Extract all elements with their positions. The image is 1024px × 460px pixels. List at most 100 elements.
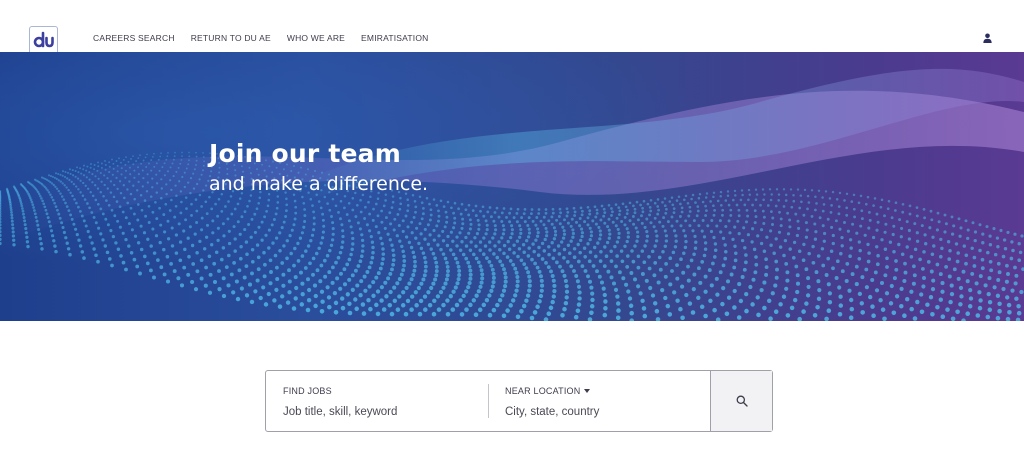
particle-dot — [611, 210, 614, 214]
particle-dot — [517, 247, 522, 251]
particle-dot — [740, 238, 745, 243]
particle-dot — [970, 271, 975, 276]
particle-dot — [267, 198, 271, 202]
particle-dot — [515, 314, 521, 320]
particle-dot — [616, 308, 621, 313]
particle-dot — [25, 240, 30, 244]
search-button[interactable] — [710, 371, 772, 431]
particle-dot — [94, 221, 98, 225]
particle-dot — [782, 253, 786, 258]
particle-dot — [791, 255, 796, 260]
particle-dot — [609, 275, 614, 280]
particle-dot — [151, 210, 155, 214]
location-input[interactable] — [505, 403, 695, 421]
job-keyword-input[interactable] — [283, 403, 473, 421]
particle-dot — [285, 197, 288, 201]
particle-dot — [678, 306, 683, 312]
particle-dot — [857, 256, 862, 261]
particle-dot — [740, 189, 744, 192]
particle-dot — [104, 217, 108, 221]
particle-dot — [620, 259, 625, 264]
particle-dot — [388, 238, 392, 242]
particle-dot — [860, 310, 865, 315]
particle-dot — [172, 158, 175, 161]
particle-dot — [649, 199, 653, 202]
particle-dot — [774, 259, 779, 264]
particle-dot — [645, 239, 649, 243]
particle-dot — [586, 242, 590, 246]
particle-dot — [814, 195, 817, 199]
particle-dot — [696, 205, 700, 208]
particle-dot — [789, 188, 793, 191]
particle-dot — [97, 177, 100, 180]
particle-dot — [116, 170, 119, 173]
particle-dot — [672, 211, 676, 215]
particle-dot — [703, 289, 708, 294]
particle-dot — [680, 210, 684, 214]
particle-dot — [172, 175, 175, 178]
particle-dot — [923, 216, 927, 220]
nav-return-to-du-ae[interactable]: RETURN TO DU AE — [191, 33, 271, 43]
particle-dot — [432, 198, 436, 201]
particle-dot — [653, 216, 657, 220]
nav-who-we-are[interactable]: WHO WE ARE — [287, 33, 345, 43]
particle-dot — [489, 215, 493, 219]
particle-dot — [838, 303, 844, 308]
du-logo[interactable] — [29, 26, 58, 52]
particle-dot — [453, 201, 457, 205]
particle-dot — [563, 278, 568, 284]
particle-dot — [84, 184, 87, 187]
particle-dot — [340, 223, 344, 227]
user-account-button[interactable] — [981, 32, 993, 44]
particle-dot — [306, 298, 312, 303]
particle-dot — [108, 161, 111, 164]
particle-dot — [666, 220, 670, 224]
particle-dot — [106, 223, 110, 227]
particle-dot — [343, 206, 346, 210]
particle-dot — [44, 208, 48, 212]
particle-dot — [542, 249, 547, 253]
particle-dot — [694, 240, 698, 244]
particle-dot — [367, 200, 370, 204]
particle-dot — [439, 199, 443, 203]
particle-dot — [38, 237, 42, 241]
particle-dot — [432, 238, 436, 242]
nav-careers-search[interactable]: CAREERS SEARCH — [93, 33, 175, 43]
particle-dot — [972, 255, 977, 260]
particle-dot — [867, 226, 871, 230]
particle-dot — [100, 162, 103, 165]
particle-dot — [631, 215, 635, 218]
particle-dot — [82, 174, 86, 177]
particle-dot — [426, 223, 430, 227]
near-location-dropdown[interactable]: NEAR LOCATION — [505, 386, 591, 396]
particle-dot — [282, 244, 286, 248]
nav-emiratisation[interactable]: EMIRATISATION — [361, 33, 428, 43]
particle-dot — [806, 207, 809, 211]
particle-dot — [404, 235, 409, 239]
particle-dot — [437, 214, 441, 218]
particle-dot — [636, 254, 641, 259]
particle-dot — [182, 265, 187, 270]
particle-dot — [892, 250, 896, 254]
particle-dot — [311, 204, 314, 207]
particle-dot — [217, 287, 222, 292]
particle-dot — [19, 202, 23, 205]
particle-dot — [59, 173, 62, 176]
particle-dot — [343, 195, 347, 198]
particle-dot — [153, 165, 156, 168]
particle-dot — [369, 260, 374, 265]
particle-dot — [57, 212, 61, 216]
particle-dot — [829, 249, 834, 253]
particle-dot — [762, 305, 767, 311]
particle-dot — [505, 255, 510, 259]
particle-dot — [658, 220, 662, 224]
particle-dot — [501, 288, 507, 293]
particle-dot — [964, 253, 969, 258]
particle-dot — [380, 261, 385, 266]
particle-dot — [412, 268, 417, 273]
particle-dot — [146, 237, 150, 241]
particle-dot — [626, 235, 630, 239]
particle-dot — [588, 250, 593, 254]
particle-dot — [116, 187, 119, 191]
particle-dot — [192, 172, 195, 175]
